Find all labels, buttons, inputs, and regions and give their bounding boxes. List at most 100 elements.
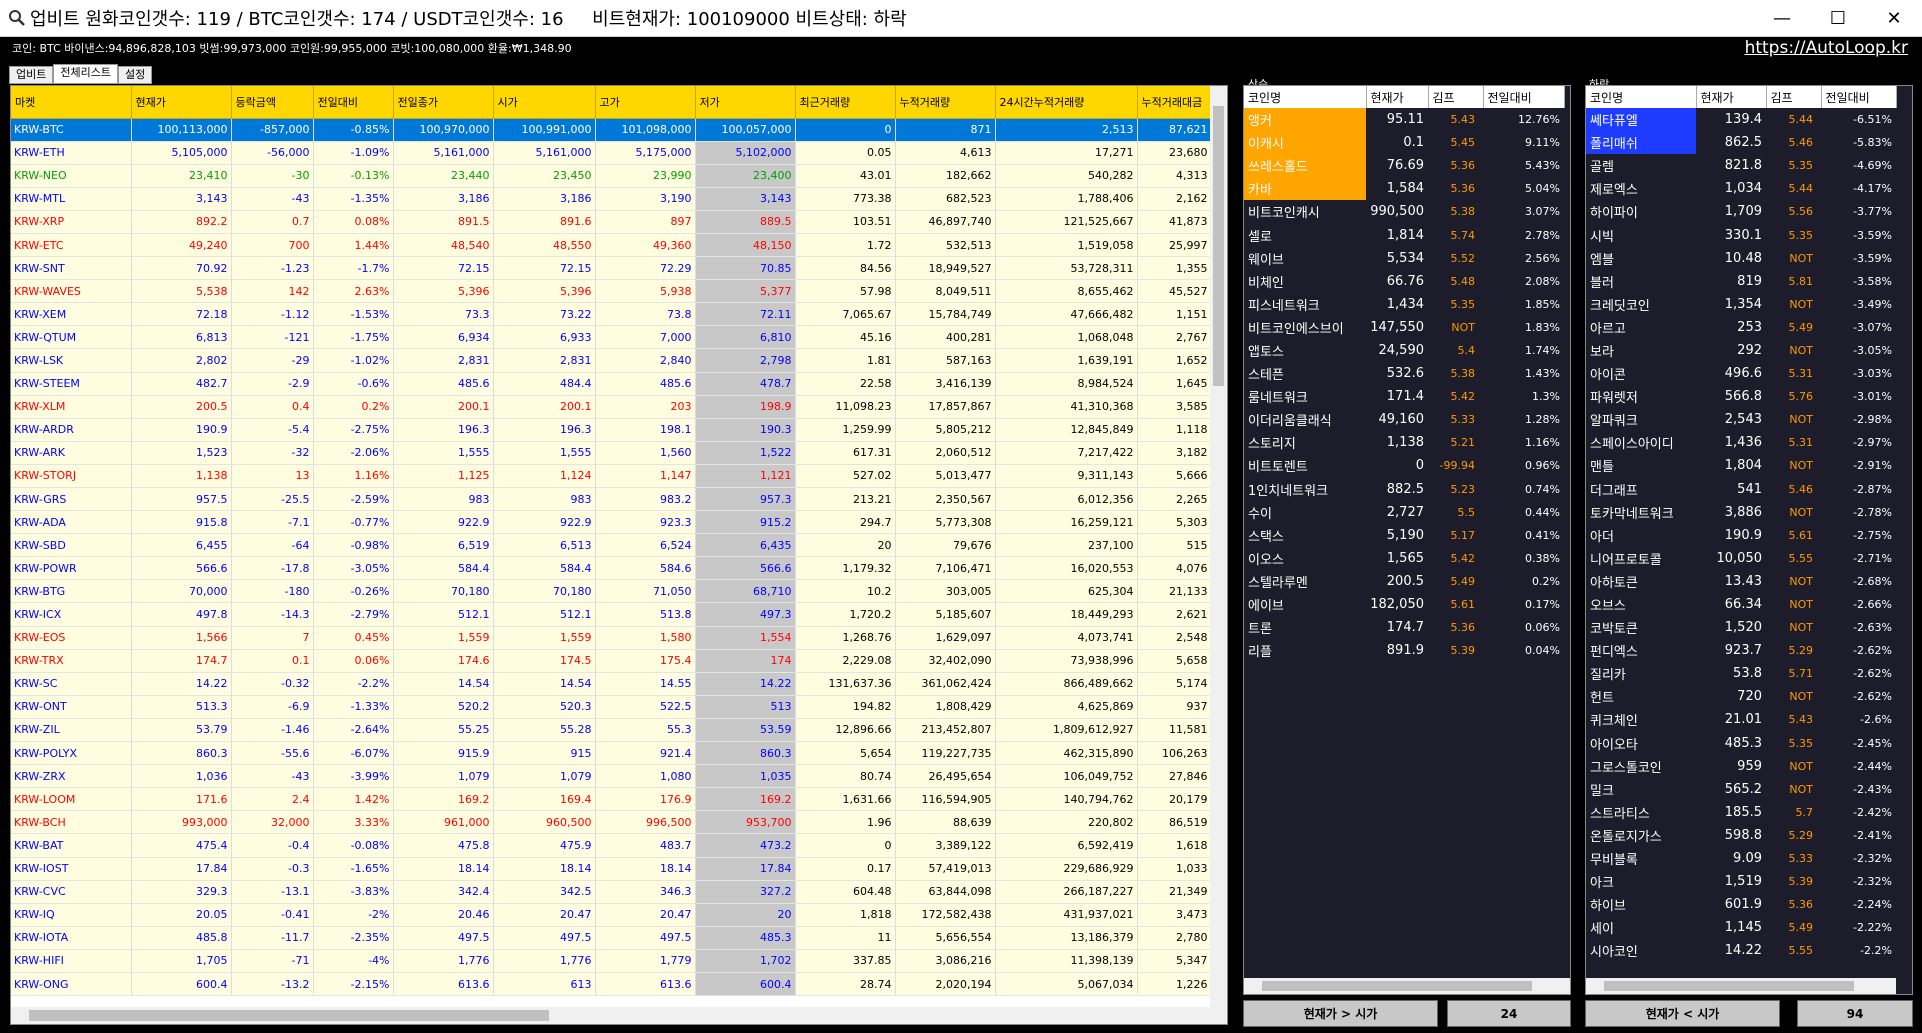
list-item[interactable]: 골렘 821.8 5.35 -4.69% xyxy=(1586,154,1896,177)
list-item[interactable]: 보라 292 NOT -3.05% xyxy=(1586,339,1896,362)
column-header[interactable]: 코인명 xyxy=(1586,86,1697,108)
list-item[interactable]: 그로스톨코인 959 NOT -2.44% xyxy=(1586,755,1896,778)
list-item[interactable]: 쓰레스홀드 76.69 5.36 5.43% xyxy=(1244,154,1564,178)
column-header[interactable]: 현재가 xyxy=(131,86,232,119)
list-item[interactable]: 펀디엑스 923.7 5.29 -2.62% xyxy=(1586,639,1896,662)
list-item[interactable]: 무비블록 9.09 5.33 -2.32% xyxy=(1586,847,1896,870)
table-row[interactable]: KRW-XRP 892.2 0.7 0.08% 891.5 891.6 897 889.5 10… xyxy=(11,210,1212,234)
list-item[interactable]: 폴리매쉬 862.5 5.46 -5.83% xyxy=(1586,131,1896,155)
list-item[interactable]: 이캐시 0.1 5.45 9.11% xyxy=(1244,131,1564,155)
list-item[interactable]: 앵커 95.11 5.43 12.76% xyxy=(1244,108,1564,132)
column-header[interactable]: 김프 xyxy=(1428,86,1484,108)
table-row[interactable]: KRW-TRX 174.7 0.1 0.06% 174.6 174.5 175.4 174 2,… xyxy=(11,649,1212,673)
list-item[interactable]: 스페이스아이디 1,436 5.31 -2.97% xyxy=(1586,431,1896,454)
list-item[interactable]: 알파쿼크 2,543 NOT -2.98% xyxy=(1586,408,1896,431)
column-header[interactable]: 전일종가 xyxy=(393,86,494,119)
list-item[interactable]: 헌트 720 NOT -2.62% xyxy=(1586,685,1896,708)
column-header[interactable]: 등락금액 xyxy=(231,86,314,119)
table-row[interactable]: KRW-HIFI 1,705 -71 -4% 1,776 1,776 1,779 1,702 3… xyxy=(11,949,1212,973)
table-row[interactable]: KRW-ETC 49,240 700 1.44% 48,540 48,550 49,360 4… xyxy=(11,233,1212,258)
column-header[interactable]: 현재가 xyxy=(1696,86,1767,108)
table-row[interactable]: KRW-BAT 475.4 -0.4 -0.08% 475.8 475.9 483.7 473… xyxy=(11,833,1212,858)
list-item[interactable]: 맨틀 1,804 NOT -2.91% xyxy=(1586,454,1896,477)
list-item[interactable]: 하이브 601.9 5.36 -2.24% xyxy=(1586,893,1896,916)
list-item[interactable]: 블러 819 5.81 -3.58% xyxy=(1586,270,1896,293)
table-row[interactable]: KRW-STEEM 482.7 -2.9 -0.6% 485.6 484.4 485.6 47… xyxy=(11,372,1212,396)
column-header[interactable]: 저가 xyxy=(695,86,796,119)
list-item[interactable]: 쎄타퓨엘 139.4 5.44 -6.51% xyxy=(1586,108,1896,132)
list-item[interactable]: 셀로 1,814 5.74 2.78% xyxy=(1244,223,1564,246)
table-row[interactable]: KRW-ZIL 53.79 -1.46 -2.64% 55.25 55.28 55.3 53.… xyxy=(11,718,1212,743)
website-link[interactable]: https://AutoLoop.kr xyxy=(1745,38,1908,58)
list-item[interactable]: 비트코인캐시 990,500 5.38 3.07% xyxy=(1244,200,1564,223)
table-row[interactable]: KRW-NEO 23,410 -30 -0.13% 23,440 23,450 23,990… xyxy=(11,164,1212,188)
list-item[interactable]: 스테픈 532.6 5.38 1.43% xyxy=(1244,362,1564,385)
table-row[interactable]: KRW-BTG 70,000 -180 -0.26% 70,180 70,180 71,05… xyxy=(11,579,1212,604)
list-item[interactable]: 웨이브 5,534 5.52 2.56% xyxy=(1244,247,1564,270)
column-header[interactable]: 현재가 xyxy=(1366,86,1429,108)
list-item[interactable]: 아크 1,519 5.39 -2.32% xyxy=(1586,870,1896,893)
list-item[interactable]: 아더 190.9 5.61 -2.75% xyxy=(1586,524,1896,547)
tab-settings[interactable]: 설정 xyxy=(117,66,153,84)
table-row[interactable]: KRW-XLM 200.5 0.4 0.2% 200.1 200.1 203 198.9 11,… xyxy=(11,395,1212,419)
list-item[interactable]: 비체인 66.76 5.48 2.08% xyxy=(1244,270,1564,293)
table-row[interactable]: KRW-EOS 1,566 7 0.45% 1,559 1,559 1,580 1,554 1,… xyxy=(11,626,1212,650)
table-row[interactable]: KRW-ETH 5,105,000 -56,000 -1.09% 5,161,000 5,… xyxy=(11,141,1212,165)
column-header[interactable]: 최근거래량 xyxy=(795,86,896,119)
table-row[interactable]: KRW-SNT 70.92 -1.23 -1.7% 72.15 72.15 72.29 70.… xyxy=(11,256,1212,281)
list-item[interactable]: 비트코인에스브이 147,550 NOT 1.83% xyxy=(1244,316,1564,339)
column-header[interactable]: 김프 xyxy=(1766,86,1822,108)
list-item[interactable]: 아르고 253 5.49 -3.07% xyxy=(1586,316,1896,339)
list-item[interactable]: 피스네트워크 1,434 5.35 1.85% xyxy=(1244,293,1564,316)
list-item[interactable]: 파워렛저 566.8 5.76 -3.01% xyxy=(1586,385,1896,408)
list-item[interactable]: 엠블 10.48 NOT -3.59% xyxy=(1586,247,1896,270)
column-header[interactable]: 전일대비 xyxy=(313,86,394,119)
list-item[interactable]: 니어프로토콜 10,050 5.55 -2.71% xyxy=(1586,547,1896,570)
column-header[interactable]: 전일대비 xyxy=(1821,86,1897,108)
list-item[interactable]: 퀴크체인 21.01 5.43 -2.6% xyxy=(1586,708,1896,731)
table-row[interactable]: KRW-CVC 329.3 -13.1 -3.83% 342.4 342.5 346.3 32… xyxy=(11,880,1212,904)
list-item[interactable]: 시아코인 14.22 5.55 -2.2% xyxy=(1586,939,1896,962)
table-row[interactable]: KRW-ONG 600.4 -13.2 -2.15% 613.6 613 613.6 600.… xyxy=(11,972,1212,997)
list-item[interactable]: 스토리지 1,138 5.21 1.16% xyxy=(1244,431,1564,454)
table-row[interactable]: KRW-ARK 1,523 -32 -2.06% 1,555 1,555 1,560 1,52… xyxy=(11,441,1212,465)
table-row[interactable]: KRW-SBD 6,455 -64 -0.98% 6,519 6,513 6,524 6,43… xyxy=(11,533,1212,558)
table-row[interactable]: KRW-IQ 20.05 -0.41 -2% 20.46 20.47 20.47 20 1,81… xyxy=(11,903,1212,927)
list-item[interactable]: 온톨로지가스 598.8 5.29 -2.41% xyxy=(1586,824,1896,847)
column-header[interactable]: 고가 xyxy=(595,86,696,119)
column-header[interactable]: 시가 xyxy=(493,86,596,119)
column-header[interactable]: 전일대비 xyxy=(1483,86,1565,108)
list-item[interactable]: 스트라티스 185.5 5.7 -2.42% xyxy=(1586,801,1896,824)
vertical-scrollbar[interactable] xyxy=(1210,86,1227,1024)
list-item[interactable]: 카바 1,584 5.36 5.04% xyxy=(1244,177,1564,201)
horizontal-scrollbar[interactable] xyxy=(11,1007,1211,1024)
list-item[interactable]: 하이파이 1,709 5.56 -3.77% xyxy=(1586,200,1896,223)
table-row[interactable]: KRW-MTL 3,143 -43 -1.35% 3,186 3,186 3,190 3,14… xyxy=(11,187,1212,211)
list-item[interactable]: 수이 2,727 5.5 0.44% xyxy=(1244,501,1564,524)
list-item[interactable]: 이더리움클래식 49,160 5.33 1.28% xyxy=(1244,408,1564,431)
list-item[interactable]: 아하토큰 13.43 NOT -2.68% xyxy=(1586,570,1896,593)
table-row[interactable]: KRW-BTC 100,113,000 -857,000 -0.85% 100,970,… xyxy=(11,118,1212,142)
list-item[interactable]: 룸네트워크 171.4 5.42 1.3% xyxy=(1244,385,1564,408)
maximize-button[interactable]: ☐ xyxy=(1810,0,1866,37)
rise-filter-button[interactable]: 현재가 > 시가 xyxy=(1243,1000,1438,1027)
list-item[interactable]: 아이오타 485.3 5.35 -2.45% xyxy=(1586,732,1896,755)
column-header[interactable]: 24시간누적거래량 xyxy=(995,86,1138,119)
list-item[interactable]: 에이브 182,050 5.61 0.17% xyxy=(1244,593,1564,616)
list-item[interactable]: 밀크 565.2 NOT -2.43% xyxy=(1586,778,1896,801)
list-item[interactable]: 비트토렌트 0 -99.94 0.96% xyxy=(1244,454,1564,477)
list-item[interactable]: 트론 174.7 5.36 0.06% xyxy=(1244,616,1564,639)
tab-full-list[interactable]: 전체리스트 xyxy=(53,64,118,84)
column-header[interactable]: 마켓 xyxy=(11,86,132,119)
column-header[interactable]: 누적거래량 xyxy=(895,86,996,119)
list-item[interactable]: 1인치네트워크 882.5 5.23 0.74% xyxy=(1244,478,1564,501)
list-item[interactable]: 세이 1,145 5.49 -2.22% xyxy=(1586,916,1896,939)
list-item[interactable]: 질리카 53.8 5.71 -2.62% xyxy=(1586,662,1896,685)
list-item[interactable]: 시빅 330.1 5.35 -3.59% xyxy=(1586,223,1896,246)
table-row[interactable]: KRW-BCH 993,000 32,000 3.33% 961,000 960,500 9… xyxy=(11,810,1212,835)
table-row[interactable]: KRW-XEM 72.18 -1.12 -1.53% 73.3 73.22 73.8 72.1… xyxy=(11,302,1212,327)
fall-horizontal-scrollbar[interactable] xyxy=(1586,978,1896,994)
table-row[interactable]: KRW-ZRX 1,036 -43 -3.99% 1,079 1,079 1,080 1,03… xyxy=(11,764,1212,789)
list-item[interactable]: 더그래프 541 5.46 -2.87% xyxy=(1586,478,1896,501)
list-item[interactable]: 이오스 1,565 5.42 0.38% xyxy=(1244,547,1564,570)
